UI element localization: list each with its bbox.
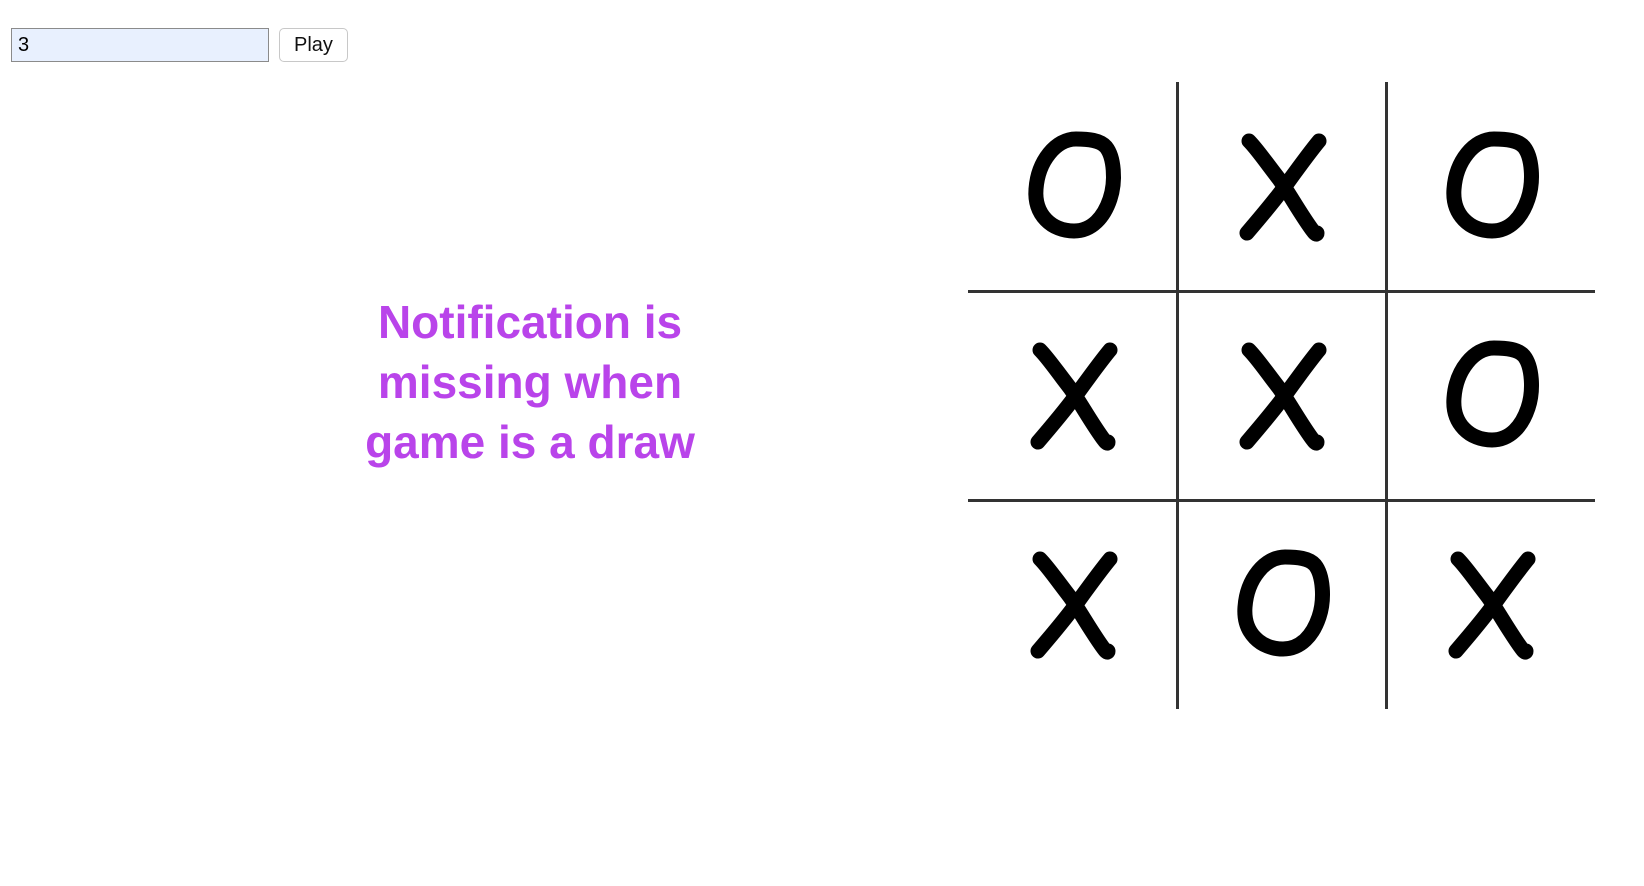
x-mark-icon xyxy=(1030,551,1117,659)
board-cell-r1-c1[interactable] xyxy=(968,82,1177,291)
x-mark-icon xyxy=(1239,133,1326,241)
board-cell-r2-c2[interactable] xyxy=(1177,291,1386,500)
o-mark xyxy=(1227,545,1337,665)
board-cell-r1-c3[interactable] xyxy=(1386,82,1595,291)
game-controls: Play xyxy=(11,25,348,65)
o-mark-icon xyxy=(1445,131,1539,238)
board-cell-r2-c3[interactable] xyxy=(1386,291,1595,500)
o-mark xyxy=(1018,127,1128,247)
board-size-input[interactable] xyxy=(11,28,269,62)
o-mark-icon xyxy=(1236,549,1330,656)
x-mark xyxy=(1018,545,1128,665)
status-message: Notification is missing when game is a d… xyxy=(365,296,695,468)
game-board xyxy=(968,82,1595,709)
o-mark-icon xyxy=(1445,340,1539,447)
board-cell-r3-c1[interactable] xyxy=(968,500,1177,709)
board-cell-r2-c1[interactable] xyxy=(968,291,1177,500)
board-cell-r3-c3[interactable] xyxy=(1386,500,1595,709)
x-mark xyxy=(1227,127,1337,247)
x-mark-icon xyxy=(1030,342,1117,450)
board-cell-r3-c2[interactable] xyxy=(1177,500,1386,709)
o-mark xyxy=(1436,336,1546,456)
x-mark xyxy=(1227,336,1337,456)
o-mark-icon xyxy=(1027,131,1121,238)
x-mark-icon xyxy=(1448,551,1535,659)
board-cell-r1-c2[interactable] xyxy=(1177,82,1386,291)
play-button[interactable]: Play xyxy=(279,28,348,62)
o-mark xyxy=(1436,127,1546,247)
x-mark xyxy=(1436,545,1546,665)
x-mark xyxy=(1018,336,1128,456)
x-mark-icon xyxy=(1239,342,1326,450)
